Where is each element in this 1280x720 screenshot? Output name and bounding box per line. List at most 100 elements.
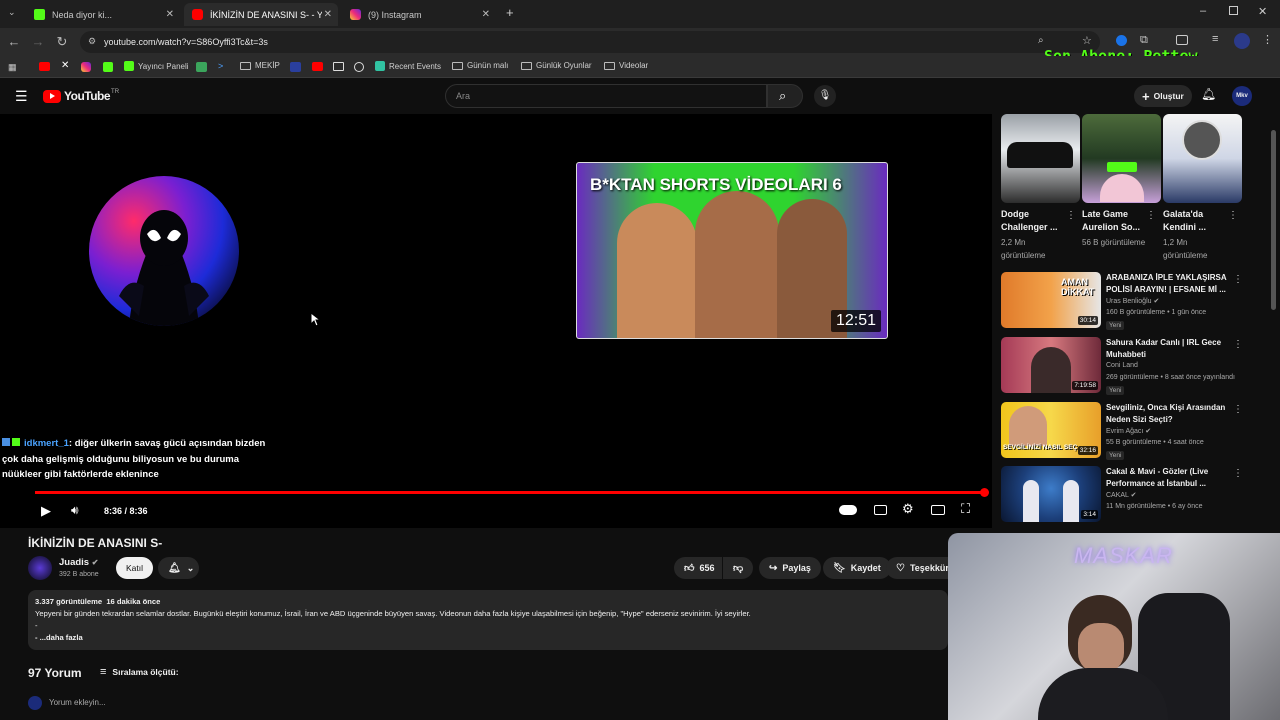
tab-list-chevron-icon[interactable]: ⌄	[8, 7, 16, 18]
youtube-logo[interactable]: YouTube TR	[43, 89, 119, 103]
browser-menu-icon[interactable]: ⋮	[1262, 33, 1273, 46]
more-options-icon[interactable]: ⋮	[1233, 404, 1243, 415]
forward-icon[interactable]: →	[30, 34, 46, 49]
search-button[interactable]: ⌕	[767, 84, 803, 108]
channel-name[interactable]: Juadis ✔	[59, 557, 98, 568]
recommended-video-3[interactable]: SEVGİLİNİZİ NASIL SEÇ 32:16 Sevgiliniz, …	[1001, 402, 1243, 460]
instagram-icon	[350, 9, 361, 20]
more-options-icon[interactable]: ⋮	[1233, 274, 1243, 285]
back-icon[interactable]: ←	[6, 34, 22, 49]
recommended-video-4[interactable]: 3:14 Cakal & Mavi - Gözler (Live Perform…	[1001, 466, 1243, 524]
top-video-title-3[interactable]: Galata'da Kendini ...	[1163, 208, 1233, 234]
progress-bar[interactable]	[35, 488, 989, 497]
close-window-icon[interactable]: ✕	[1258, 5, 1267, 18]
autoplay-toggle[interactable]	[839, 505, 857, 515]
account-avatar[interactable]: Mkv	[1232, 86, 1252, 106]
image-bookmark-icon[interactable]	[333, 62, 344, 71]
share-button[interactable]: ↪ Paylaş	[759, 557, 821, 579]
recommended-video-2[interactable]: 7:19:58 Sahura Kadar Canlı | IRL Gece Mu…	[1001, 337, 1243, 395]
tab-kick[interactable]: Neda diyor ki... ✕	[26, 3, 180, 26]
create-button[interactable]: + Oluştur	[1134, 85, 1192, 107]
top-video-thumb-3[interactable]	[1163, 114, 1242, 203]
address-bar[interactable]: ⚙ youtube.com/watch?v=S86Oyffi3Tc&t=3s ⌕…	[80, 31, 1100, 53]
dislike-button[interactable]: 👎︎	[723, 557, 753, 579]
bookmark-recent-events[interactable]: Recent Events	[375, 61, 441, 71]
folder-icon	[521, 61, 532, 70]
extension-icon[interactable]	[1116, 35, 1127, 46]
chat-badge-icon	[12, 438, 20, 446]
site-info-icon[interactable]: ⚙	[88, 36, 96, 47]
bookmark-icon[interactable]	[196, 62, 207, 72]
x-bookmark-icon[interactable]: ✕	[61, 60, 69, 71]
subtitles-icon[interactable]	[874, 505, 887, 515]
zoom-icon[interactable]: ⌕	[1038, 35, 1044, 46]
thumb-person	[1063, 480, 1079, 522]
thanks-button[interactable]: ♡ Teşekkür	[886, 557, 956, 579]
volume-icon[interactable]: 🔊︎	[71, 503, 79, 518]
minimize-icon[interactable]: –	[1200, 5, 1206, 17]
description-box[interactable]: 3.337 görüntüleme 16 dakika önce Yepyeni…	[28, 590, 948, 650]
close-tab-icon[interactable]: ✕	[324, 9, 332, 20]
video-player[interactable]: B*KTAN SHORTS VİDEOLARI 6 12:51 idkmert_…	[0, 114, 992, 528]
show-more-link[interactable]: - ...daha fazla	[35, 632, 941, 644]
tab-instagram[interactable]: (9) Instagram ✕	[342, 3, 496, 26]
bookmark-mekip[interactable]: MEKİP	[240, 61, 280, 70]
join-button[interactable]: Katıl	[116, 557, 154, 579]
top-video-thumb-2[interactable]	[1082, 114, 1161, 203]
new-tab-icon[interactable]: +	[506, 5, 514, 20]
kick-bookmark-icon[interactable]	[103, 62, 113, 72]
restore-icon[interactable]	[1229, 6, 1238, 15]
portrait-circle	[1182, 120, 1222, 160]
more-options-icon[interactable]: ⋮	[1233, 339, 1243, 350]
extensions-puzzle-icon[interactable]: ⧉	[1140, 34, 1148, 47]
reload-icon[interactable]: ↻	[54, 34, 70, 50]
reading-list-icon[interactable]: ≡	[1212, 33, 1218, 45]
youtube-play-logo-icon	[43, 89, 61, 103]
bookmark-gunun-mali[interactable]: Günün malı	[452, 61, 508, 70]
endscreen-video-card[interactable]: B*KTAN SHORTS VİDEOLARI 6 12:51	[576, 162, 888, 339]
fullscreen-icon[interactable]: ⛶	[961, 501, 970, 517]
sort-comments-button[interactable]: ≡ Sıralama ölçütü:	[100, 666, 179, 678]
recommended-thumb: SEVGİLİNİZİ NASIL SEÇ 32:16	[1001, 402, 1101, 458]
close-tab-icon[interactable]: ✕	[482, 9, 490, 20]
bookmark-star-icon[interactable]: ☆	[1082, 34, 1092, 47]
bookmark-yayinci-paneli[interactable]: Yayıncı Paneli	[124, 61, 189, 71]
notifications-bell-icon[interactable]: 🔔︎	[1201, 87, 1216, 101]
scrubber-handle[interactable]	[980, 488, 989, 497]
bookmark-gunluk-oyunlar[interactable]: Günlük Oyunlar	[521, 61, 592, 70]
top-video-thumb-1[interactable]	[1001, 114, 1080, 203]
bookmark-icon[interactable]: >	[218, 61, 223, 71]
apps-grid-icon[interactable]: ▦	[8, 62, 17, 73]
more-options-icon[interactable]: ⋮	[1233, 468, 1243, 479]
top-video-title-2[interactable]: Late Game Aurelion So...	[1082, 208, 1152, 234]
search-input[interactable]: Ara	[445, 84, 767, 108]
more-options-icon[interactable]: ⋮	[1228, 210, 1238, 221]
mouse-cursor-icon	[310, 312, 320, 327]
theater-mode-icon[interactable]	[931, 505, 945, 515]
settings-gear-icon[interactable]: ⚙	[902, 501, 914, 517]
more-options-icon[interactable]: ⋮	[1066, 210, 1076, 221]
save-button[interactable]: 🔖︎ Kaydet	[823, 557, 891, 579]
top-video-title-1[interactable]: Dodge Challenger ...	[1001, 208, 1071, 234]
subscribe-bell-button[interactable]: 🔔︎ ⌄	[158, 557, 199, 579]
bookmark-icon[interactable]	[354, 62, 364, 72]
endscreen-channel-avatar[interactable]	[89, 176, 239, 326]
like-button[interactable]: 👍︎ 656	[674, 557, 722, 579]
voice-search-icon[interactable]: 🎙	[814, 85, 836, 107]
youtube-bookmark-icon[interactable]	[39, 62, 50, 71]
recommended-video-1[interactable]: AMAN DİKKAT 30:14 ARABANIZA İPLE YAKLAŞI…	[1001, 272, 1243, 330]
close-tab-icon[interactable]: ✕	[166, 9, 174, 20]
profile-avatar[interactable]	[1234, 33, 1250, 49]
page-scrollbar[interactable]	[1271, 130, 1276, 310]
more-options-icon[interactable]: ⋮	[1146, 210, 1156, 221]
play-icon[interactable]: ▶	[41, 503, 51, 519]
bookmark-videolar[interactable]: Videolar	[604, 61, 648, 70]
instagram-bookmark-icon[interactable]	[81, 62, 91, 72]
sidebar-icon[interactable]	[1176, 35, 1188, 45]
youtube-bookmark-icon[interactable]	[312, 62, 323, 71]
hamburger-menu-icon[interactable]: ☰	[15, 88, 28, 105]
bookmark-icon[interactable]	[290, 62, 301, 72]
channel-avatar[interactable]	[28, 556, 52, 580]
tab-youtube[interactable]: İKİNİZİN DE ANASINI S- - YouT ✕	[184, 3, 338, 26]
add-comment-input[interactable]: Yorum ekleyin...	[49, 698, 106, 707]
